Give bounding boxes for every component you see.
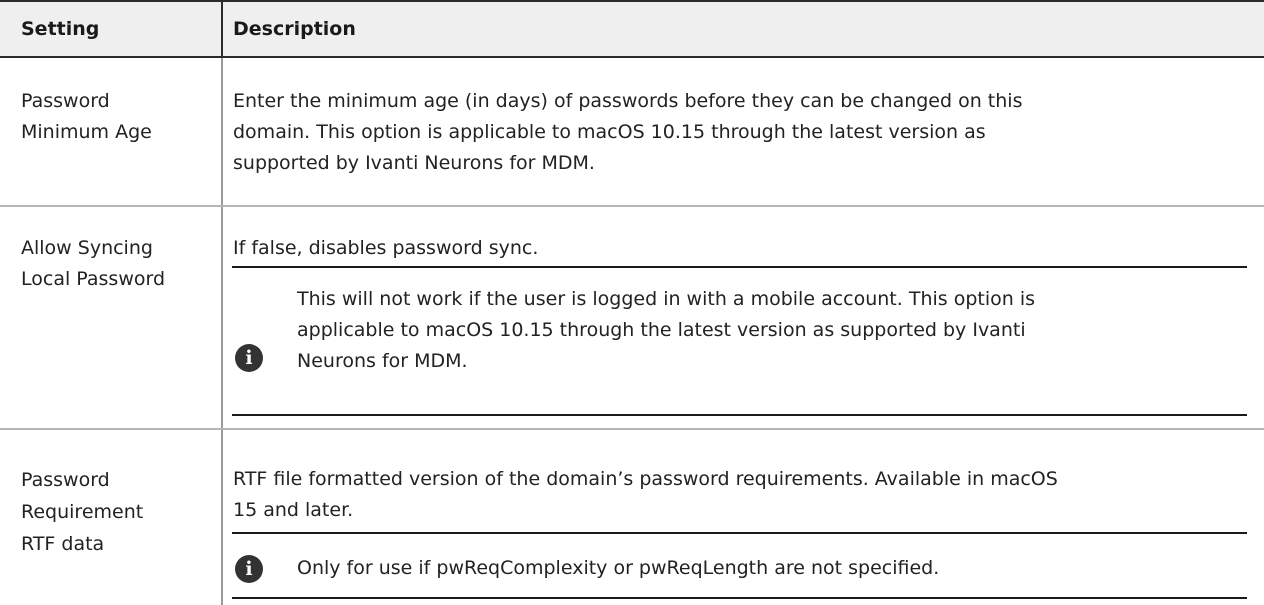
info-icon: i — [235, 344, 263, 372]
setting-description: If false, disables password sync. — [233, 237, 539, 259]
setting-name: Password Minimum Age — [21, 90, 152, 143]
setting-description: RTF file formatted version of the domain… — [233, 468, 1058, 521]
note-top-rule — [232, 266, 1247, 268]
note-bottom-rule — [232, 597, 1247, 599]
column-divider — [221, 58, 223, 605]
note-bottom-rule — [232, 414, 1247, 416]
row-divider — [0, 205, 1264, 207]
row-divider — [0, 428, 1264, 430]
setting-name: Password Requirement RTF data — [21, 469, 144, 555]
header-column-divider — [221, 2, 223, 56]
setting-name: Allow Syncing Local Password — [21, 237, 166, 290]
table-header: Setting Description — [0, 0, 1264, 58]
note-top-rule — [232, 532, 1247, 534]
header-description: Description — [233, 18, 356, 40]
info-icon: i — [235, 555, 263, 583]
settings-table: Setting Description Password Minimum Age… — [0, 0, 1264, 605]
note-text: Only for use if pwReqComplexity or pwReq… — [297, 557, 940, 579]
note-text: This will not work if the user is logged… — [297, 288, 1036, 372]
setting-description: Enter the minimum age (in days) of passw… — [233, 90, 1023, 174]
header-setting: Setting — [21, 18, 100, 40]
